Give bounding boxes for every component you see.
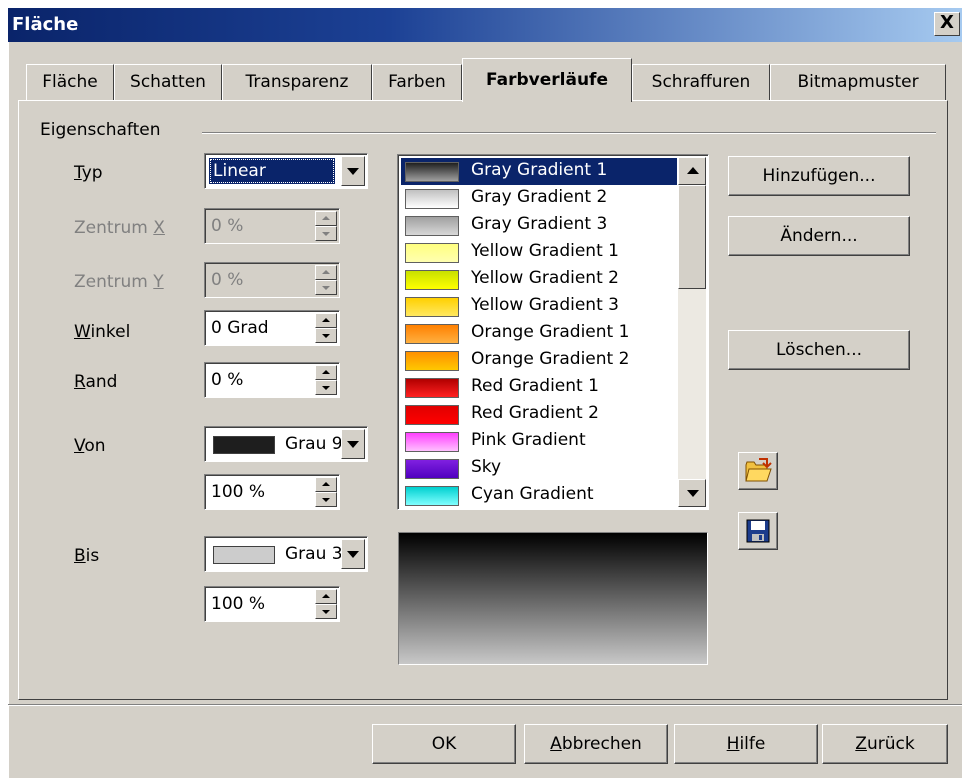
- ok-button[interactable]: OK: [372, 724, 516, 764]
- help-button[interactable]: Hilfe: [674, 724, 818, 764]
- tab-bitmapmuster[interactable]: Bitmapmuster: [770, 64, 946, 100]
- tab-schatten[interactable]: Schatten: [114, 64, 222, 100]
- tab-schraffuren[interactable]: Schraffuren: [632, 64, 770, 100]
- tab-label: Bitmapmuster: [797, 72, 919, 92]
- ok-button-label: OK: [431, 734, 457, 754]
- tab-label: Fläche: [42, 72, 98, 92]
- cancel-button[interactable]: Abbrechen: [524, 724, 668, 764]
- window-title: Fläche: [12, 14, 79, 35]
- tab-label: Farbverläufe: [486, 70, 608, 90]
- help-button-label: Hilfe: [726, 734, 766, 754]
- tab-panel: [18, 100, 948, 700]
- title-bar[interactable]: Fläche X: [8, 8, 962, 42]
- footer-divider: [8, 704, 962, 706]
- tab-flaeche[interactable]: Fläche: [26, 64, 114, 100]
- back-button[interactable]: Zurück: [822, 724, 948, 764]
- tab-label: Farben: [388, 72, 446, 92]
- tab-transparenz[interactable]: Transparenz: [222, 64, 372, 100]
- tab-label: Schraffuren: [651, 72, 751, 92]
- tab-label: Transparenz: [245, 72, 349, 92]
- tab-farbverlaeufe[interactable]: Farbverläufe: [462, 58, 632, 102]
- close-button[interactable]: X: [934, 12, 960, 36]
- cancel-button-label: Abbrechen: [550, 734, 642, 754]
- tab-farben[interactable]: Farben: [372, 64, 462, 100]
- tab-label: Schatten: [130, 72, 206, 92]
- back-button-label: Zurück: [855, 734, 915, 754]
